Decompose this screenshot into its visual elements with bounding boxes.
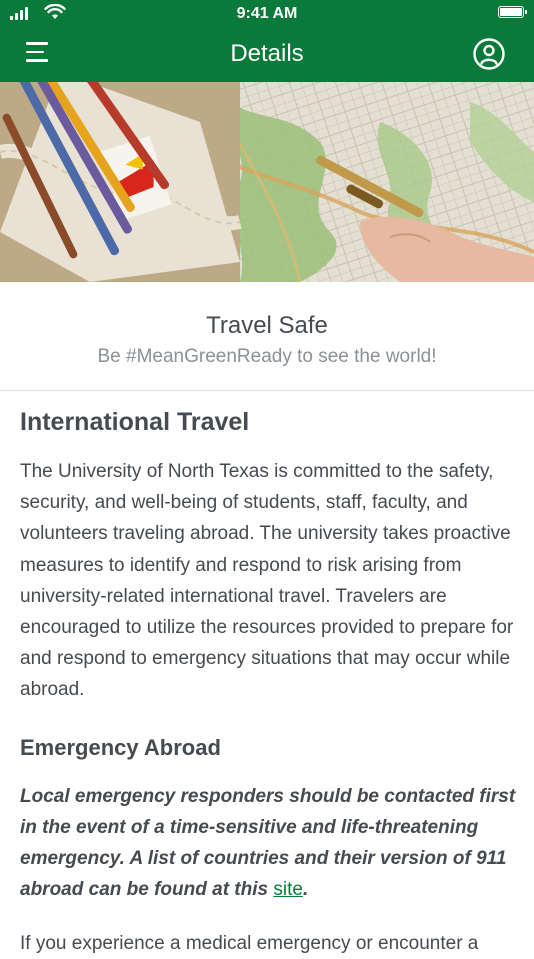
emergency-abroad-body: Local emergency responders should be con… [20, 781, 520, 905]
emergency-next-paragraph: If you experience a medical emergency or… [20, 933, 479, 954]
hero-image [0, 82, 534, 282]
emergency-body-text: Local emergency responders should be con… [20, 786, 516, 900]
international-travel-heading: International Travel [20, 408, 250, 436]
status-bar: 9:41 AM [0, 0, 534, 28]
international-travel-body: The University of North Texas is committ… [20, 461, 514, 701]
status-time: 9:41 AM [236, 5, 298, 22]
section-title: Travel Safe [206, 312, 328, 339]
user-circle-icon[interactable] [472, 37, 506, 71]
intro-section: Travel Safe Be #MeanGreenReady to see th… [0, 282, 534, 391]
emergency-abroad-heading: Emergency Abroad [20, 735, 221, 760]
travel-map-illustration [0, 82, 534, 282]
section-subtitle: Be #MeanGreenReady to see the world! [97, 346, 437, 367]
page-title: Details [230, 40, 304, 67]
nav-bar: Details [0, 28, 534, 82]
battery-icon [498, 6, 527, 18]
country-emergency-numbers-link[interactable]: site [273, 879, 303, 900]
emergency-body-suffix: . [302, 879, 309, 900]
